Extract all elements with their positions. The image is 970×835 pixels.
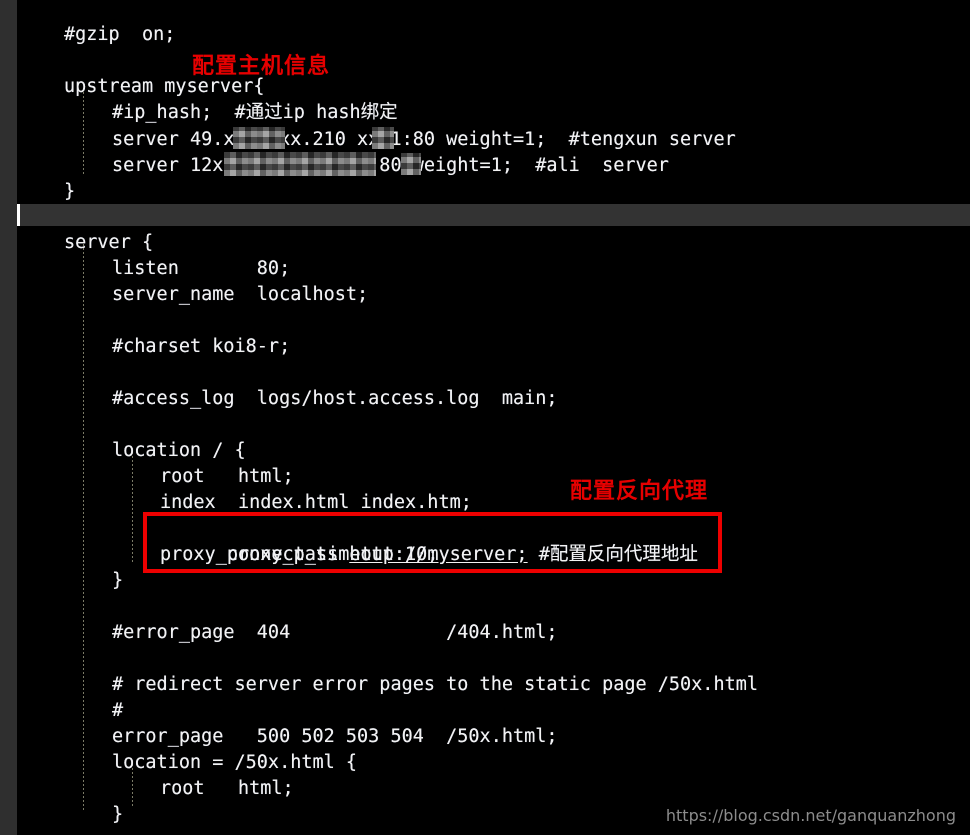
red-annotation-text: 配置反向代理 <box>570 479 709 504</box>
indent-guide <box>83 244 84 812</box>
redacted-ip <box>233 127 285 149</box>
code-line: index index.html index.htm; <box>160 492 472 513</box>
code-content[interactable]: #gzip on; upstream myserver{#ip_hash; #通过… <box>17 0 970 835</box>
code-line: # <box>112 700 124 721</box>
watermark-url: https://blog.csdn.net/ganquanzhong <box>665 806 956 825</box>
indent-guide <box>83 88 84 176</box>
red-annotation-text: 配置主机信息 <box>192 54 331 79</box>
code-line: #gzip on; <box>64 24 176 45</box>
code-line: server { <box>64 232 154 253</box>
code-line: #ip_hash; #通过ip hash绑定 <box>112 102 398 123</box>
code-line: location / { <box>112 440 246 461</box>
code-line: } <box>64 181 76 202</box>
code-line: } <box>112 804 124 825</box>
proxy-pass-comment: #配置反向代理地址 <box>527 543 698 565</box>
code-line: root html; <box>160 466 294 487</box>
code-line: #access_log logs/host.access.log main; <box>112 388 558 409</box>
editor-gutter <box>0 0 17 835</box>
code-editor-screenshot: #gzip on; upstream myserver{#ip_hash; #通过… <box>0 0 970 835</box>
code-line: error_page 500 502 503 504 /50x.html; <box>112 726 558 747</box>
code-line: root html; <box>160 778 294 799</box>
code-line: listen 80; <box>112 258 291 279</box>
code-line: } <box>112 570 124 591</box>
code-line: server_name localhost; <box>112 284 369 305</box>
code-line: server 49.xxx.xxx.210 xx01:80 weight=1; … <box>112 129 736 150</box>
redacted-ip <box>224 152 376 176</box>
code-line-proxy-pass: proxy_pass http://myserver; #配置反向代理地址 <box>160 516 698 593</box>
proxy-pass-keyword: proxy_pass <box>226 543 350 565</box>
code-line: server 12x.xx.xxx.9.1x9:80 weight=1; #al… <box>112 155 669 176</box>
code-line: #error_page 404 /404.html; <box>112 622 558 643</box>
proxy-pass-url[interactable]: http://myserver; <box>349 544 527 565</box>
code-line: #charset koi8-r; <box>112 336 291 357</box>
indent-guide <box>132 452 133 564</box>
code-line: # redirect server error pages to the sta… <box>112 674 759 695</box>
redacted-ip <box>372 127 394 149</box>
redacted-ip <box>401 153 421 175</box>
code-line: location = /50x.html { <box>112 752 358 773</box>
